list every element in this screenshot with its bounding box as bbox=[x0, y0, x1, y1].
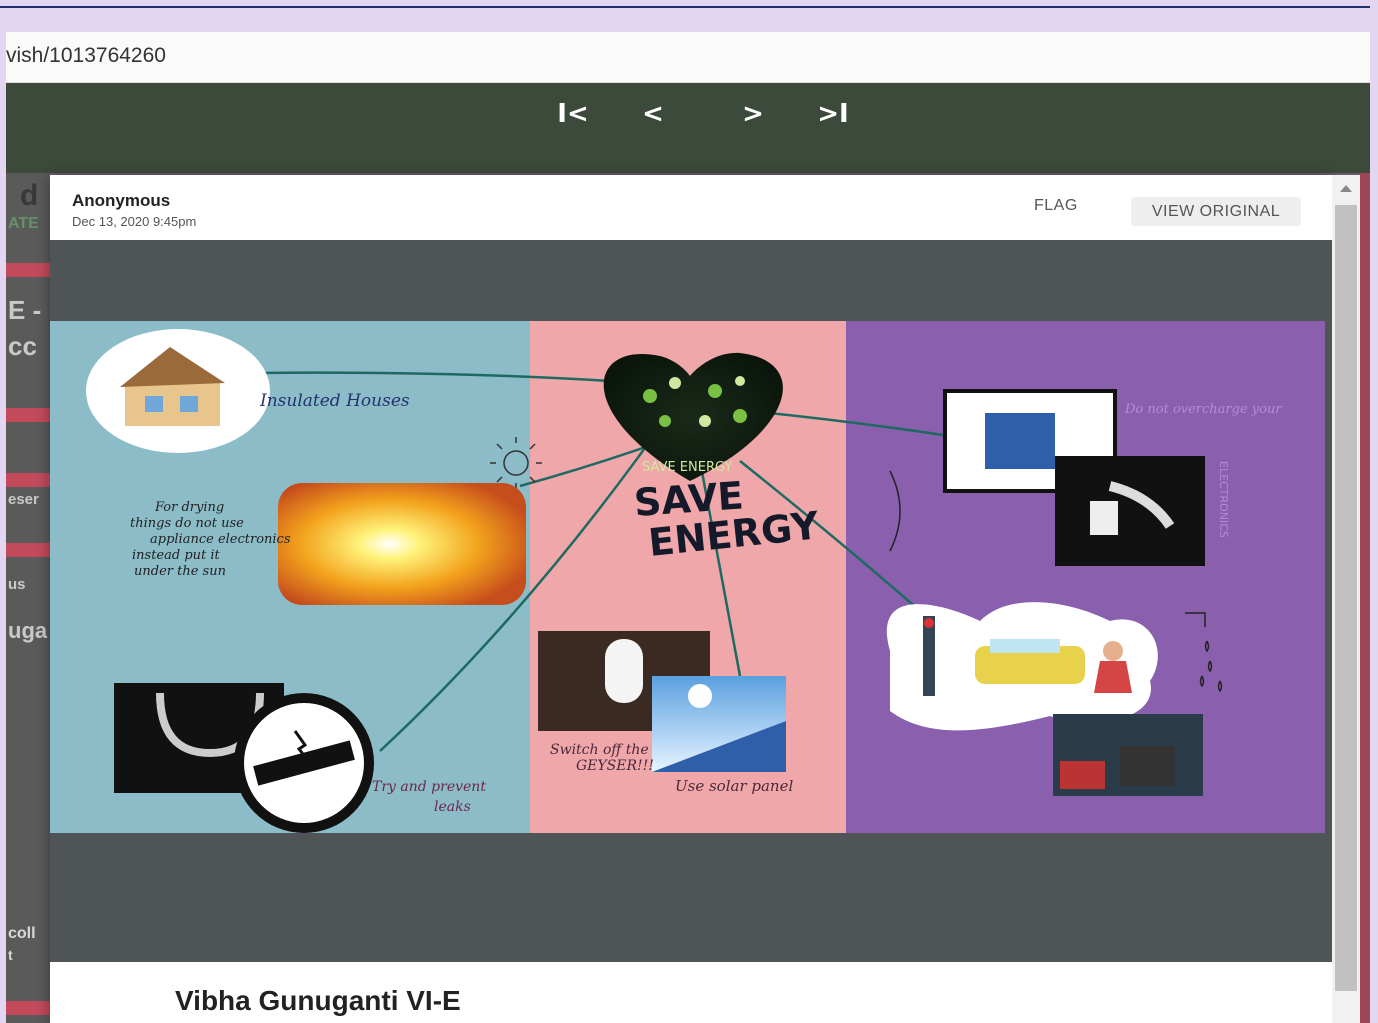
scroll-up-arrow-icon[interactable] bbox=[1340, 185, 1352, 192]
electronics-photos bbox=[943, 389, 1205, 566]
note-drying: For drying things do not use appliance e… bbox=[130, 500, 295, 579]
background-right-edge bbox=[1360, 173, 1370, 1023]
background-text: coll bbox=[8, 925, 36, 942]
background-text: ATE bbox=[8, 215, 39, 232]
url-text[interactable]: vish/1013764260 bbox=[6, 44, 166, 68]
save-energy-heart: SAVE ENERGY bbox=[603, 352, 783, 481]
address-bar[interactable]: vish/1013764260 bbox=[6, 32, 1370, 83]
note-insulated: Insulated Houses bbox=[259, 391, 410, 411]
background-text: cc bbox=[8, 331, 37, 361]
background-text: uga bbox=[8, 618, 48, 643]
post-caption: Vibha Gunuganti VI-E bbox=[175, 985, 461, 1016]
note-geyser: Switch off the GEYSER!!! bbox=[550, 742, 654, 774]
background-strip bbox=[6, 543, 50, 557]
poster-artwork: Insulated Houses For drying things do no… bbox=[86, 329, 1282, 833]
previous-post-button[interactable]: < bbox=[631, 97, 675, 131]
note-solar: Use solar panel bbox=[675, 777, 793, 795]
background-text: us bbox=[8, 576, 26, 593]
post-modal: Anonymous Dec 13, 2020 9:45pm FLAG VIEW … bbox=[50, 175, 1332, 1023]
view-original-button[interactable]: VIEW ORIGINAL bbox=[1131, 197, 1301, 226]
post-navigation-bar: I< < > >I bbox=[6, 83, 1370, 173]
first-post-button[interactable]: I< bbox=[551, 97, 595, 131]
post-author: Anonymous bbox=[72, 191, 171, 210]
flag-button[interactable]: FLAG bbox=[1034, 197, 1078, 215]
post-date: Dec 13, 2020 9:45pm bbox=[72, 214, 197, 229]
heart-label: SAVE ENERGY bbox=[642, 460, 732, 475]
post-image-area: Insulated Houses For drying things do no… bbox=[50, 240, 1332, 962]
background-strip bbox=[6, 1001, 50, 1015]
background-text: t bbox=[8, 947, 13, 963]
tap-drops-sketch-icon bbox=[1185, 612, 1223, 693]
background-text: eser bbox=[8, 491, 39, 508]
plant-sketch-icon bbox=[889, 470, 901, 552]
house-illustration bbox=[86, 329, 270, 453]
scroll-thumb[interactable] bbox=[1335, 205, 1357, 991]
poster-image: Insulated Houses For drying things do no… bbox=[50, 321, 1325, 833]
background-strip bbox=[6, 473, 50, 487]
pipe-leak-illustration bbox=[114, 683, 374, 833]
background-strip bbox=[6, 263, 50, 277]
last-post-button[interactable]: >I bbox=[811, 97, 855, 131]
background-text: d bbox=[20, 179, 39, 212]
window-frame-top bbox=[0, 0, 1370, 8]
background-strip bbox=[6, 408, 50, 422]
sun-sketch-icon bbox=[490, 437, 542, 489]
modal-scrollbar[interactable] bbox=[1332, 175, 1360, 1023]
post-header: Anonymous Dec 13, 2020 9:45pm FLAG VIEW … bbox=[50, 175, 1332, 240]
note-unplug: Do not overcharge your bbox=[1124, 402, 1282, 417]
note-leaks: Try and prevent leaks bbox=[372, 779, 490, 815]
note-electronics: ELECTRONICS bbox=[1217, 461, 1230, 538]
sunset-photo bbox=[278, 483, 526, 605]
traffic-scene bbox=[886, 602, 1203, 796]
next-post-button[interactable]: > bbox=[731, 97, 775, 131]
background-text: E - bbox=[8, 295, 42, 325]
